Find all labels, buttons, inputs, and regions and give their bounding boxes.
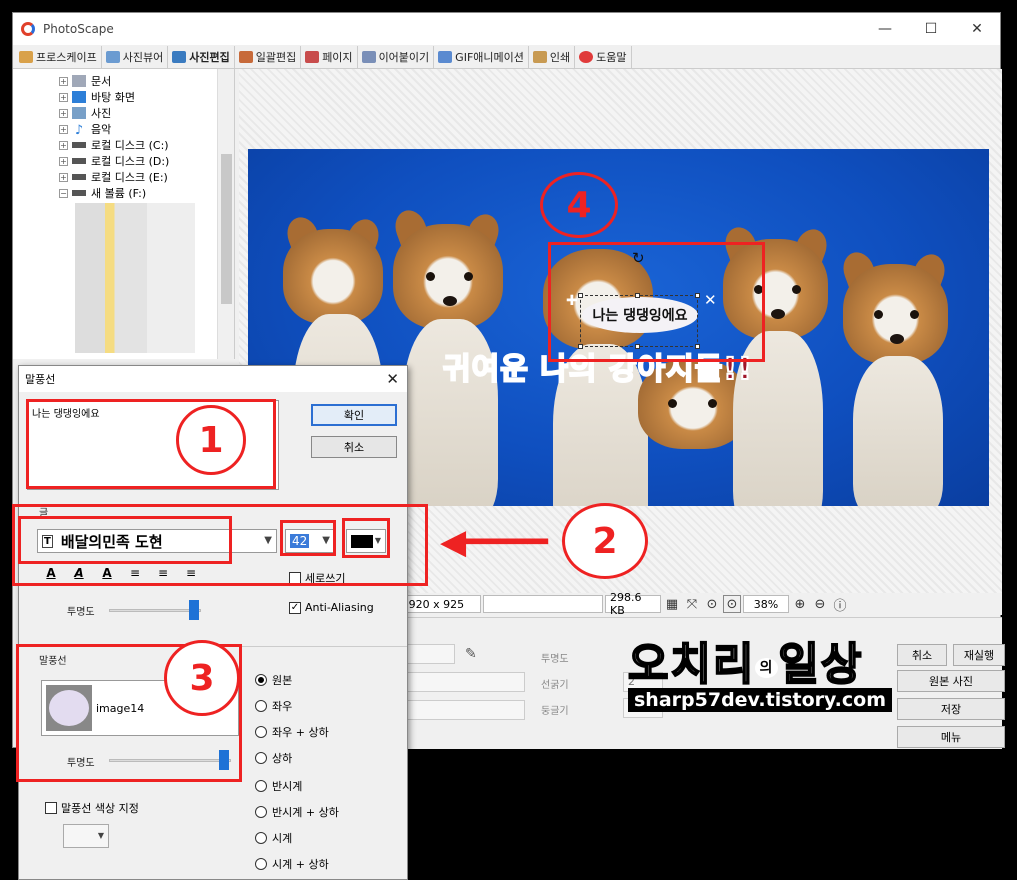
photoscape-tab-icon [19,50,33,63]
annotation-marker-4: 4 [540,172,618,238]
tab-editor[interactable]: 사진편집 [168,45,235,68]
annotation-box-font-size [280,520,336,556]
tree-item-pictures[interactable]: + 사진 [59,105,111,121]
text-opacity-slider[interactable] [109,600,201,620]
annotation-marker-3: 3 [164,640,240,716]
desktop-icon [72,91,86,103]
annotation-box-font-color [342,518,390,558]
tree-item-drive-e[interactable]: + 로컬 디스크 (E:) [59,169,168,185]
editor-tab-icon [172,50,187,63]
pictures-icon [72,107,86,119]
dialog-title-bar: 말풍선 [19,366,407,392]
photoscape-logo-icon [21,22,35,36]
slider-thumb[interactable] [189,600,199,620]
fit-screen-icon[interactable]: ⤧ [683,595,701,613]
folder-tree: + 문서 + 바탕 화면 + 사진 + ♪ 음악 + 로컬 디스크 (C:) + 로컬 디스크… [13,69,235,359]
bubble-color-checkbox[interactable]: 말풍선 색상 지정 [45,800,139,816]
radio-rotate-ccw[interactable]: 반시계 [255,778,302,794]
viewer-tab-icon [105,50,120,63]
close-button[interactable]: ✕ [954,13,1000,45]
tree-scrollbar[interactable] [217,69,234,359]
combine-tab-icon [361,50,376,63]
radio-rotate-cw-flip[interactable]: 시계 + 상하 [255,856,329,872]
radio-rotate-ccw-flip[interactable]: 반시계 + 상하 [255,804,339,820]
main-tab-bar: 프로스케이프 사진뷰어 사진편집 일괄편집 페이지 이어붙이기 GIF애니메이션… [13,45,1000,69]
zoom-actual-icon[interactable]: ⊙ [703,595,721,613]
dialog-close-icon[interactable]: ✕ [386,370,399,388]
round-label: 둥글기 [541,706,569,717]
blog-watermark-title: 오치리 의일상 [627,638,864,691]
file-size: 298.6 KB [605,591,661,617]
tree-item-music[interactable]: + ♪ 음악 [59,121,111,138]
help-tab-icon [579,50,594,63]
redo-button[interactable]: 재실행 [953,644,1005,666]
dialog-title: 말풍선 [25,373,56,386]
radio-flip-both[interactable]: 좌우 + 상하 [255,724,329,740]
original-photo-button[interactable]: 원본 사진 [897,670,1005,692]
tree-item-drive-f[interactable]: − 새 볼륨 (F:) [59,185,146,201]
window-title: PhotoScape [43,22,114,36]
radio-flip-horizontal[interactable]: 좌우 [255,698,292,714]
annotation-marker-1: 1 [176,405,246,475]
text-opacity-label: 투명도 [67,607,95,618]
tree-scrollbar-thumb[interactable] [221,154,232,304]
tree-item-drive-c[interactable]: + 로컬 디스크 (C:) [59,137,169,153]
minimize-button[interactable]: — [862,13,908,45]
line-width-label: 선굵기 [541,680,569,691]
zoom-out-icon[interactable]: ⊖ [811,595,829,613]
print-tab-icon [532,50,547,63]
title-bar: PhotoScape — ☐ ✕ [13,13,1000,45]
drive-icon [72,190,86,196]
blog-watermark-url: sharp57dev.tistory.com [628,688,892,712]
tree-item-desktop[interactable]: + 바탕 화면 [59,89,135,105]
eyedropper-icon[interactable]: ✎ [465,646,477,662]
drive-icon [72,158,86,164]
anti-aliasing-checkbox[interactable]: ✓ Anti-Aliasing [289,601,374,614]
status-empty-cell [483,595,603,613]
annotation-marker-2: 2 [562,503,648,579]
tree-item-drive-d[interactable]: + 로컬 디스크 (D:) [59,153,169,169]
tab-photoscape[interactable]: 프로스케이프 [15,45,102,68]
zoom-level: 38% [743,595,789,613]
annotation-box-font-name [18,516,232,564]
tab-help[interactable]: 도움말 [575,45,632,68]
window-controls: — ☐ ✕ [862,13,1000,45]
radio-original[interactable]: 원본 [255,672,292,688]
radio-rotate-cw[interactable]: 시계 [255,830,292,846]
maximize-button[interactable]: ☐ [908,13,954,45]
annotation-box-bubble-preview [548,242,765,362]
cancel-edit-button[interactable]: 취소 [897,644,947,666]
opacity-label: 투명도 [541,654,569,665]
ok-button[interactable]: 확인 [311,404,397,426]
drive-icon [72,174,86,180]
chevron-down-icon: ▼ [97,831,104,840]
tab-viewer[interactable]: 사진뷰어 [102,45,169,68]
tab-gif-animation[interactable]: GIF애니메이션 [434,45,529,68]
save-button[interactable]: 저장 [897,698,1005,720]
document-icon [72,75,86,87]
tab-print[interactable]: 인쇄 [529,45,576,68]
dialog-cancel-button[interactable]: 취소 [311,436,397,458]
blurred-folder-list [75,203,195,353]
zoom-fit-icon[interactable]: ⊙ [723,595,741,613]
page-tab-icon [305,50,320,63]
annotation-arrow-icon: ◀━━━━ [440,522,549,562]
info-icon[interactable]: ⓘ [831,595,849,614]
batch-tab-icon [238,50,253,63]
tab-batch-editor[interactable]: 일괄편집 [235,45,302,68]
checker-bg-icon[interactable]: ▦ [663,595,681,613]
zoom-in-icon[interactable]: ⊕ [791,595,809,613]
drive-icon [72,142,86,148]
radio-flip-vertical[interactable]: 상하 [255,750,292,766]
tree-item-documents[interactable]: + 문서 [59,73,111,89]
tab-page[interactable]: 페이지 [301,45,358,68]
bubble-color-select[interactable]: ▼ [63,824,109,848]
gif-tab-icon [438,50,453,63]
music-icon: ♪ [74,123,84,138]
tab-combine[interactable]: 이어붙이기 [358,45,435,68]
menu-button[interactable]: 메뉴 [897,726,1005,748]
